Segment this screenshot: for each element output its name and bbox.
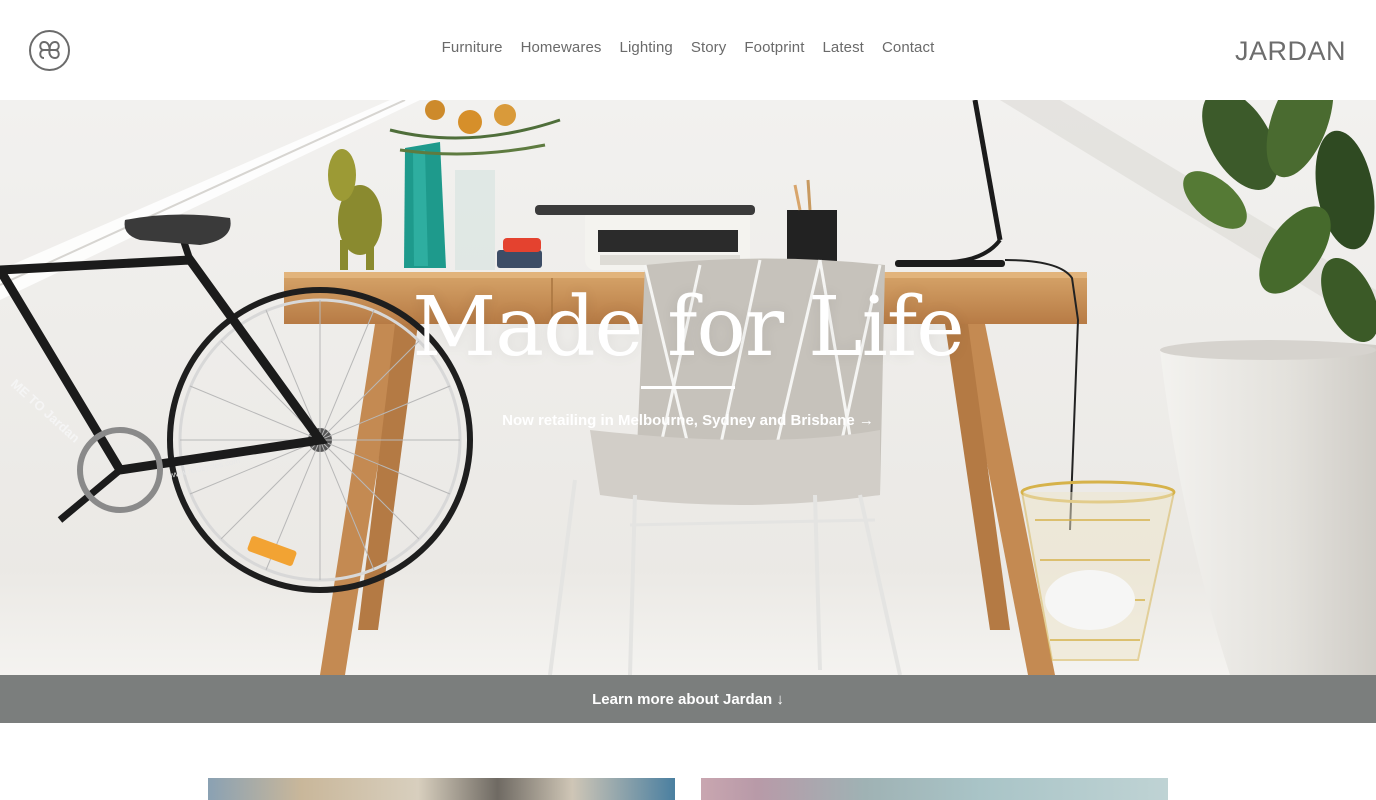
nav-furniture[interactable]: Furniture	[442, 39, 503, 56]
nav-lighting[interactable]: Lighting	[620, 39, 673, 56]
nav-contact[interactable]: Contact	[882, 39, 934, 56]
retail-locations-link[interactable]: Now retailing in Melbourne, Sydney and B…	[0, 412, 1376, 429]
feature-image-workshop[interactable]	[208, 778, 675, 800]
hero-banner: ME TO Jardan www.reidcycles.com Made for…	[0, 100, 1376, 675]
nav-footprint[interactable]: Footprint	[744, 39, 804, 56]
jardan-wordmark[interactable]: JARDAN	[1235, 36, 1346, 67]
nav-story[interactable]: Story	[691, 39, 727, 56]
main-nav: Furniture Homewares Lighting Story Footp…	[0, 39, 1376, 56]
nav-homewares[interactable]: Homewares	[521, 39, 602, 56]
learn-more-label[interactable]: Learn more about Jardan ↓	[592, 691, 784, 708]
nav-latest[interactable]: Latest	[822, 39, 863, 56]
learn-more-bar[interactable]: Learn more about Jardan ↓	[0, 675, 1376, 723]
site-header: Furniture Homewares Lighting Story Footp…	[0, 0, 1376, 100]
hero-title: Made for Life	[412, 280, 964, 375]
hero-divider	[641, 386, 735, 389]
feature-image-coast[interactable]	[701, 778, 1168, 800]
